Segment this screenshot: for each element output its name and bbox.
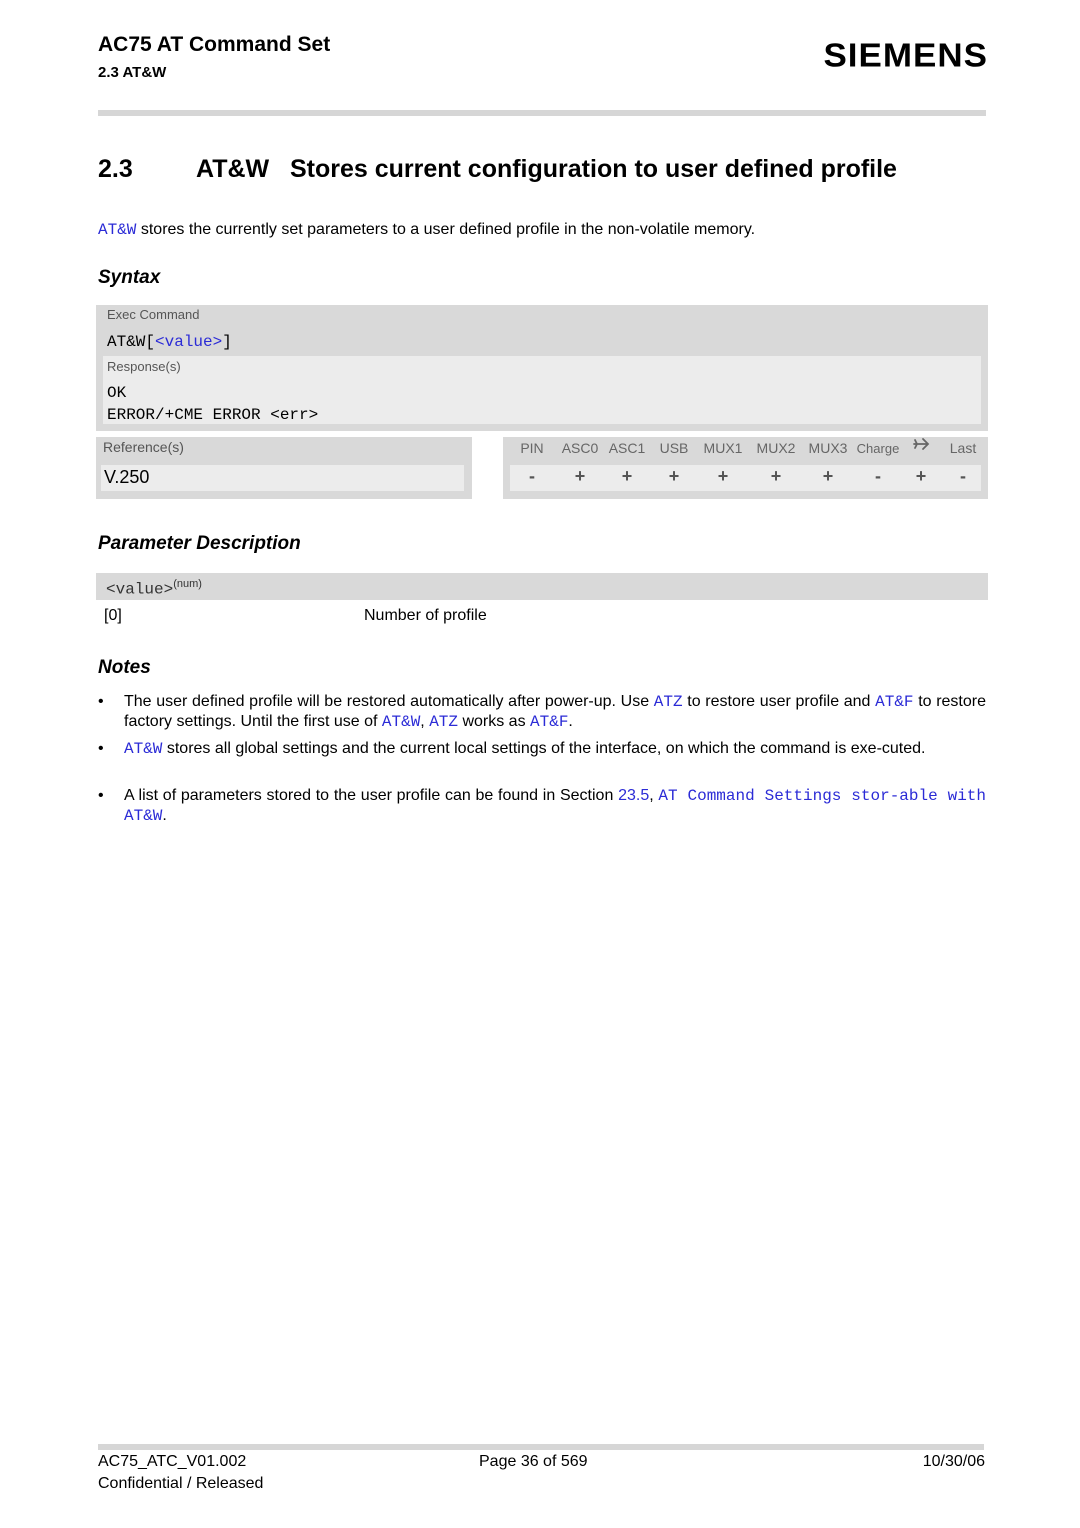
reference-value-cell <box>101 465 464 491</box>
references-label: Reference(s) <box>103 439 184 455</box>
responses-label: Response(s) <box>107 359 181 374</box>
value-param-link[interactable]: <value> <box>155 333 222 351</box>
note-text-segment: to restore user profile and <box>682 693 876 710</box>
cross-reference-link[interactable]: AT&W <box>124 740 162 758</box>
section-heading: 2.3 AT&W Stores current configuration to … <box>98 155 897 184</box>
iface-header-asc0: ASC0 <box>561 440 599 456</box>
bullet: • <box>98 740 104 757</box>
note-text-segment: . <box>162 807 167 824</box>
iface-header-pin: PIN <box>520 440 544 456</box>
parameter-value-description: Number of profile <box>364 607 487 624</box>
running-section-label: 2.3 AT&W <box>98 64 167 81</box>
parameter-value: [0] <box>104 607 122 624</box>
intro-text: stores the currently set parameters to a… <box>136 221 756 238</box>
cross-reference-link[interactable]: AT&F <box>875 693 913 711</box>
cross-reference-link[interactable]: ATZ <box>654 693 683 711</box>
response-error: ERROR/+CME ERROR <err> <box>107 406 319 424</box>
footer-page-number: Page 36 of 569 <box>479 1453 588 1470</box>
parameter-name-text: <value> <box>106 580 174 599</box>
bullet: • <box>98 787 104 804</box>
note-text-segment: . <box>568 713 573 730</box>
iface-header-mux2: MUX2 <box>756 440 796 456</box>
parameter-description-heading: Parameter Description <box>98 533 301 554</box>
parameter-header-bar <box>96 573 988 600</box>
response-ok: OK <box>107 384 127 402</box>
iface-value-usb: + <box>668 466 680 486</box>
iface-value-airplane: + <box>915 466 927 486</box>
iface-value-mux3: + <box>822 466 834 486</box>
footer-date: 10/30/06 <box>922 1453 985 1470</box>
footer-document-id: AC75_ATC_V01.002 <box>98 1453 247 1470</box>
bullet: • <box>98 693 104 710</box>
iface-header-asc1: ASC1 <box>608 440 646 456</box>
note-item: • A list of parameters stored to the use… <box>98 786 986 826</box>
iface-value-mux1: + <box>717 466 729 486</box>
note-item: • AT&W stores all global settings and th… <box>98 739 986 759</box>
exec-command: AT&W[<value>] <box>107 333 232 351</box>
exec-command-suffix: ] <box>222 333 232 351</box>
cross-reference-link[interactable]: 23.5 <box>618 787 649 804</box>
cross-reference-link[interactable]: ATZ <box>429 713 458 731</box>
note-text-segment: works as <box>458 713 531 730</box>
header-divider <box>98 110 986 116</box>
note-text-segment: , <box>420 713 430 730</box>
siemens-logo: SIEMENS <box>823 37 988 75</box>
section-title: AT&W Stores current configuration to use… <box>196 155 897 183</box>
notes-heading: Notes <box>98 657 151 678</box>
iface-value-last: - <box>960 466 966 486</box>
iface-value-mux2: + <box>770 466 782 486</box>
exec-command-prefix: AT&W[ <box>107 333 156 351</box>
iface-header-usb: USB <box>659 440 689 456</box>
intro-paragraph: AT&W stores the currently set parameters… <box>98 221 755 239</box>
iface-header-last: Last <box>949 440 977 456</box>
at-w-link[interactable]: AT&W <box>98 221 136 239</box>
note-text: The user defined profile will be restore… <box>124 692 986 732</box>
iface-header-mux1: MUX1 <box>703 440 743 456</box>
parameter-name: <value>(num) <box>106 578 202 598</box>
document-title: AC75 AT Command Set <box>98 33 331 56</box>
note-item: • The user defined profile will be resto… <box>98 692 986 732</box>
footer-classification: Confidential / Released <box>98 1475 264 1492</box>
note-text-segment: stores all global settings and the curre… <box>162 740 926 757</box>
cross-reference-link[interactable]: AT&W <box>382 713 420 731</box>
iface-header-mux3: MUX3 <box>808 440 848 456</box>
parameter-type: (num) <box>173 578 202 590</box>
exec-command-label: Exec Command <box>107 307 200 322</box>
iface-value-pin: - <box>529 466 535 486</box>
footer-divider <box>98 1444 984 1450</box>
reference-value: V.250 <box>104 467 150 487</box>
note-text: A list of parameters stored to the user … <box>124 786 986 826</box>
note-text-segment: A list of parameters stored to the user … <box>124 787 619 804</box>
iface-value-charge: - <box>875 466 881 486</box>
iface-value-asc1: + <box>621 466 633 486</box>
iface-value-asc0: + <box>574 466 586 486</box>
note-text-segment: The user defined profile will be restore… <box>124 693 654 710</box>
note-text: AT&W stores all global settings and the … <box>124 739 986 759</box>
cross-reference-link[interactable]: AT&F <box>530 713 568 731</box>
syntax-heading: Syntax <box>98 267 161 288</box>
section-number: 2.3 <box>98 155 133 183</box>
